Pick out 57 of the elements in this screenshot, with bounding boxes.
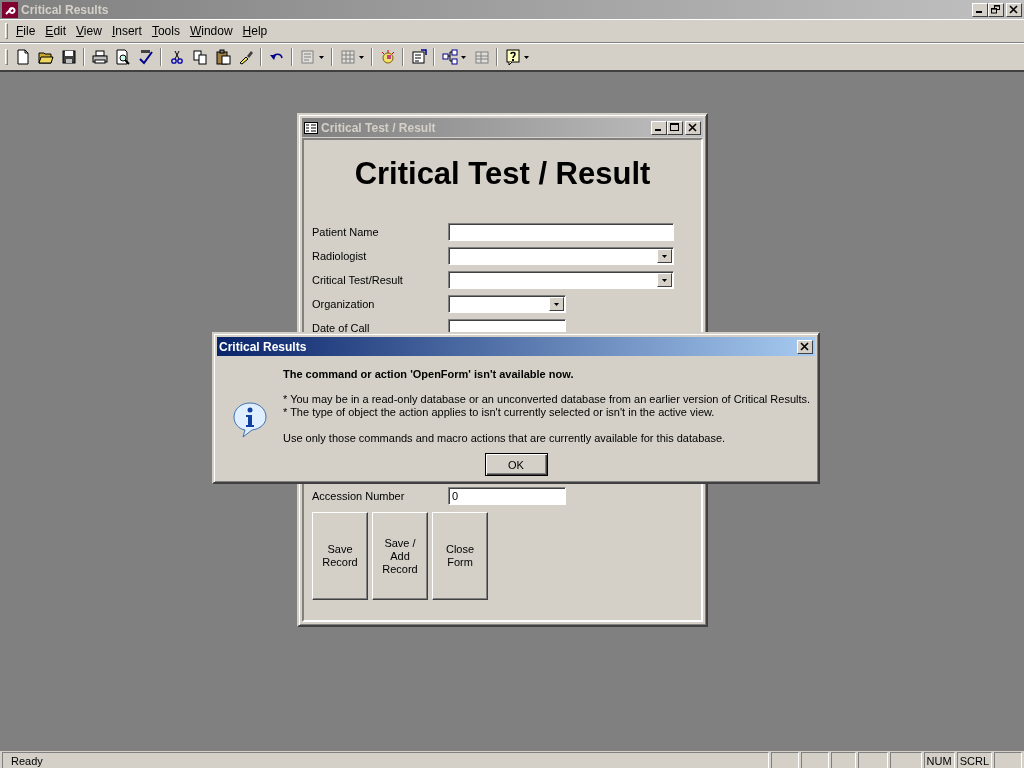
close-icon	[800, 342, 810, 351]
dropdown-button[interactable]	[657, 249, 672, 263]
caret-icon	[662, 254, 667, 258]
input-field[interactable]: 0	[448, 487, 566, 505]
field-label: Organization	[312, 298, 376, 310]
dropdown-field[interactable]	[448, 247, 674, 265]
caret-icon[interactable]	[319, 55, 324, 59]
restore-icon	[991, 5, 1001, 14]
field-label: Patient Name	[312, 226, 380, 238]
window-title: Critical Test / Result	[321, 120, 437, 135]
close-icon	[1009, 5, 1019, 14]
dropdown-field[interactable]	[448, 271, 674, 289]
field-label: Accession Number	[312, 490, 406, 502]
form-button[interactable]: Save Record	[312, 512, 368, 600]
menu-item[interactable]: Tools	[146, 22, 185, 40]
status-indicator: SCRL	[956, 752, 992, 768]
dialog-title: Critical Results	[219, 339, 308, 354]
form-icon	[304, 121, 318, 134]
menu-item[interactable]: Window	[184, 22, 238, 40]
dropdown-field[interactable]	[448, 295, 566, 313]
detail-text: * You may be in a read-only database or an unconverted database from an earlier version of Critical Results.	[283, 393, 811, 406]
minimize-button[interactable]	[972, 2, 988, 17]
dropdown-button[interactable]	[549, 297, 564, 311]
menu-item[interactable]: View	[71, 22, 107, 40]
form-button[interactable]: Save / Add Record	[372, 512, 428, 600]
error-message: The command or action 'OpenForm' isn't available now.	[283, 368, 575, 380]
form-button[interactable]: Close Form	[432, 512, 488, 600]
note-text: Use only those commands and macro actions that are currently available for this database.	[283, 432, 727, 445]
menu-item[interactable]: Edit	[40, 22, 72, 40]
caret-icon[interactable]	[461, 55, 466, 59]
menu-item[interactable]: File	[11, 22, 41, 40]
maximize-icon	[670, 123, 680, 132]
detail-text: * The type of object the action applies to isn't currently selected or isn't in the active view.	[283, 406, 716, 419]
window-title: Critical Results	[21, 2, 110, 17]
menu-item[interactable]: Insert	[106, 22, 147, 40]
caret-icon	[662, 278, 667, 282]
close-icon	[688, 123, 698, 132]
input-field[interactable]	[448, 223, 674, 241]
dropdown-button[interactable]	[657, 273, 672, 287]
field-label: Date of Call	[312, 322, 371, 334]
form-heading: Critical Test / Result	[353, 156, 652, 192]
caret-icon[interactable]	[524, 55, 529, 59]
info-icon	[233, 402, 267, 438]
status-text: Ready	[2, 752, 769, 768]
maximize-button[interactable]	[667, 120, 683, 135]
close-button[interactable]	[797, 339, 813, 354]
field-label: Critical Test/Result	[312, 274, 404, 286]
menu-item[interactable]: Help	[237, 22, 273, 40]
caret-icon	[554, 302, 559, 306]
restore-button[interactable]	[988, 2, 1004, 17]
close-button[interactable]	[685, 120, 701, 135]
minimize-button[interactable]	[651, 120, 667, 135]
close-button[interactable]	[1006, 2, 1022, 17]
status-indicator: NUM	[923, 752, 955, 768]
caret-icon[interactable]	[359, 55, 364, 59]
ok-button[interactable]: OK	[484, 453, 548, 476]
field-label: Radiologist	[312, 250, 368, 262]
